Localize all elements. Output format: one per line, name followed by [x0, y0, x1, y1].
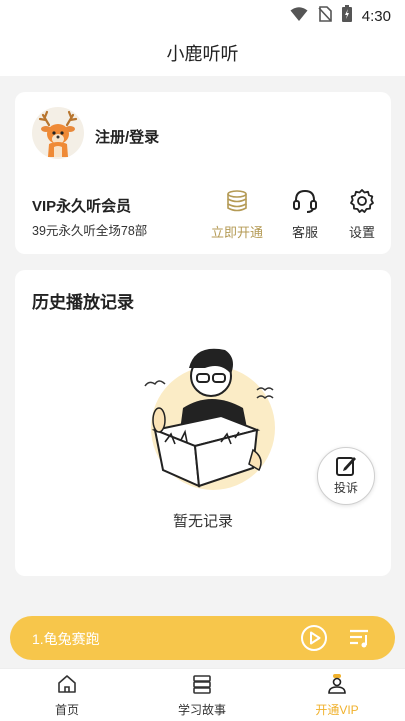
coin-stack-icon	[225, 189, 249, 218]
user-icon	[326, 673, 348, 700]
login-register-link[interactable]: 注册/登录	[95, 126, 159, 147]
settings-button[interactable]: 设置	[332, 188, 392, 241]
play-icon	[300, 625, 328, 656]
complaint-label: 投诉	[333, 481, 358, 495]
user-card: 注册/登录 VIP永久听会员 39元永久听全场78部 立即开通 客服 设置	[15, 92, 391, 254]
tab-learning-stories-label: 学习故事	[177, 703, 226, 717]
tab-open-vip-label: 开通VIP	[315, 703, 359, 717]
clock: 4:30	[361, 7, 391, 25]
page-title: 小鹿听听	[166, 44, 239, 64]
vip-title: VIP永久听会员	[32, 198, 132, 215]
no-sim-icon	[318, 5, 332, 27]
customer-service-button[interactable]: 客服	[275, 188, 335, 241]
status-bar: 4:30	[0, 0, 405, 28]
mini-player[interactable]: 1.龟兔赛跑	[10, 616, 395, 660]
history-title: 历史播放记录	[32, 293, 134, 312]
open-vip-label: 立即开通	[210, 225, 263, 240]
deer-avatar[interactable]	[32, 107, 84, 159]
open-vip-button[interactable]: 立即开通	[207, 189, 267, 241]
app-header: 小鹿听听	[0, 28, 405, 76]
bottom-tab-bar: 首页 学习故事 开通VIP	[0, 668, 405, 721]
playlist-button[interactable]	[348, 626, 372, 650]
battery-icon	[341, 5, 352, 27]
status-icons: 4:30	[290, 5, 391, 27]
history-card: 历史播放记录 暂无记录	[15, 270, 391, 576]
complaint-button[interactable]: 投诉	[317, 447, 375, 505]
headset-icon	[292, 188, 318, 219]
playlist-icon	[348, 629, 372, 654]
home-icon	[57, 674, 77, 699]
settings-label: 设置	[348, 225, 375, 240]
tab-learning-stories[interactable]: 学习故事	[162, 674, 242, 718]
wifi-icon	[290, 6, 308, 27]
gear-icon	[349, 188, 375, 219]
tab-home[interactable]: 首页	[27, 674, 107, 718]
tab-home-label: 首页	[54, 703, 79, 717]
play-button[interactable]	[300, 624, 328, 652]
current-track-title: 1.龟兔赛跑	[32, 631, 100, 647]
books-icon	[191, 674, 213, 699]
tab-open-vip[interactable]: 开通VIP	[297, 673, 377, 718]
empty-state-illustration	[125, 346, 285, 496]
vip-subtitle: 39元永久听全场78部	[32, 224, 148, 238]
empty-state-text: 暂无记录	[172, 513, 233, 530]
customer-service-label: 客服	[291, 225, 318, 240]
